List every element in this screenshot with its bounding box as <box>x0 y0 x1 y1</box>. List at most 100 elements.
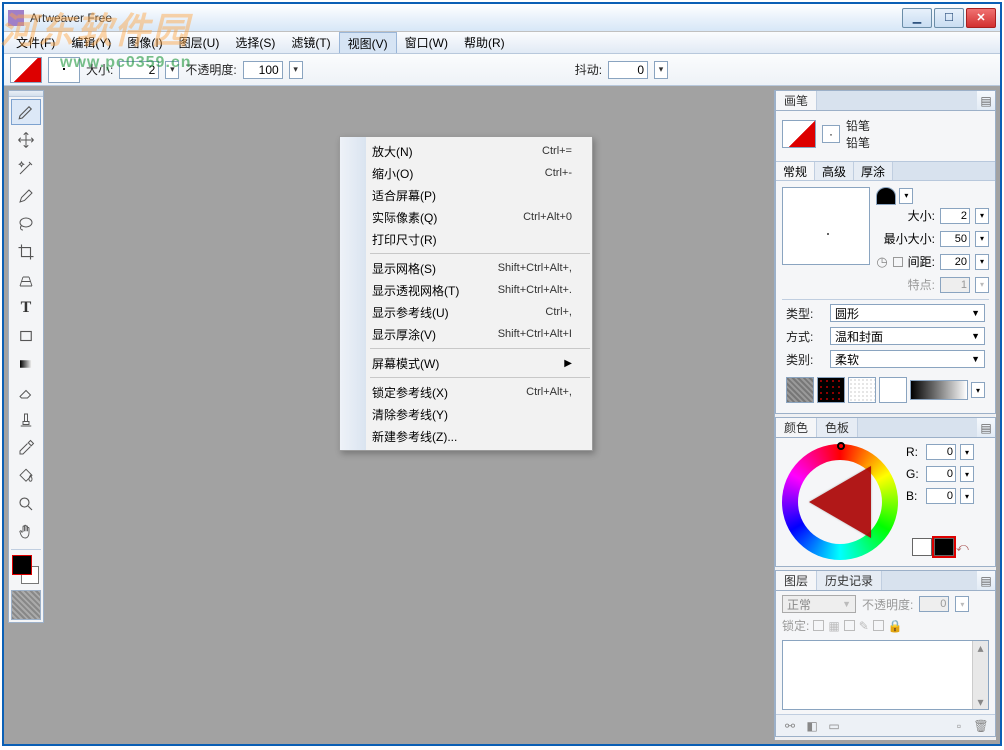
brush-panel-menu-icon[interactable]: ▤ <box>977 91 995 110</box>
minimize-button[interactable]: ▁ <box>902 8 932 28</box>
category-combo[interactable]: 柔软▼ <box>830 350 985 368</box>
brush-size-dd[interactable]: ▾ <box>975 208 989 224</box>
tab-brush[interactable]: 画笔 <box>776 91 817 110</box>
tool-brush[interactable] <box>11 99 41 125</box>
color-panel-menu-icon[interactable]: ▤ <box>977 418 995 437</box>
color-wheel[interactable] <box>782 444 898 560</box>
brush-minsize-input[interactable] <box>940 231 970 247</box>
menu-item[interactable]: 缩小(O)Ctrl+- <box>340 162 592 184</box>
brush-size-input[interactable] <box>940 208 970 224</box>
size-dropdown[interactable]: ▾ <box>165 61 179 79</box>
texture-swatch-4[interactable] <box>879 377 907 403</box>
brush-preset-swatch[interactable] <box>10 57 42 83</box>
spacing-checkbox[interactable] <box>893 257 903 267</box>
brush-size-label: 大小: <box>908 207 935 224</box>
tool-shape[interactable] <box>11 323 41 349</box>
tool-eraser[interactable] <box>11 379 41 405</box>
gradient-bar[interactable] <box>910 380 968 400</box>
jitter-input[interactable] <box>608 61 648 79</box>
type-combo[interactable]: 圆形▼ <box>830 304 985 322</box>
brush-subtab[interactable]: 常规 <box>776 162 815 180</box>
brush-preview[interactable] <box>782 120 816 148</box>
layer-tab[interactable]: 图层 <box>776 571 817 590</box>
size-input[interactable] <box>119 61 159 79</box>
brush-tip-preview[interactable]: · <box>822 125 840 143</box>
texture-swatch[interactable] <box>11 590 41 620</box>
tool-wand[interactable] <box>11 155 41 181</box>
brush-subtab[interactable]: 厚涂 <box>854 162 893 180</box>
palette-handle[interactable] <box>9 91 43 97</box>
hue-indicator[interactable] <box>837 442 845 450</box>
b-input[interactable] <box>926 488 956 504</box>
jitter-dropdown[interactable]: ▾ <box>654 61 668 79</box>
r-dd[interactable]: ▾ <box>960 444 974 460</box>
menu-separator <box>370 253 590 254</box>
menu-item[interactable]: 新建参考线(Z)... <box>340 425 592 447</box>
brush-subtab[interactable]: 高级 <box>815 162 854 180</box>
tool-dropper[interactable] <box>11 435 41 461</box>
brush-spacing-input[interactable] <box>940 254 970 270</box>
tool-move[interactable] <box>11 127 41 153</box>
swap-colors-icon[interactable]: ⤺ <box>956 540 969 555</box>
texture-swatch-1[interactable] <box>786 377 814 403</box>
menu-item[interactable]: 打印尺寸(R) <box>340 228 592 250</box>
menu-item[interactable]: 放大(N)Ctrl+= <box>340 140 592 162</box>
texture-swatch-2[interactable] <box>817 377 845 403</box>
gradient-dd[interactable]: ▾ <box>971 382 985 398</box>
fg-color-swatch[interactable] <box>13 556 31 574</box>
g-input[interactable] <box>926 466 956 482</box>
opacity-dropdown[interactable]: ▾ <box>289 61 303 79</box>
maximize-button[interactable]: ☐ <box>934 8 964 28</box>
brush-spacing-dd[interactable]: ▾ <box>975 254 989 270</box>
menu-filter[interactable]: 滤镜(T) <box>283 32 338 53</box>
brush-minsize-dd[interactable]: ▾ <box>975 231 989 247</box>
color-tab[interactable]: 颜色 <box>776 418 817 437</box>
bg-chip[interactable] <box>934 538 954 556</box>
menu-window[interactable]: 窗口(W) <box>397 32 456 53</box>
tool-perspective[interactable] <box>11 267 41 293</box>
menu-item[interactable]: 屏幕模式(W)▶ <box>340 352 592 374</box>
texture-swatch-3[interactable] <box>848 377 876 403</box>
menu-item[interactable]: 实际像素(Q)Ctrl+Alt+0 <box>340 206 592 228</box>
tool-lasso[interactable] <box>11 211 41 237</box>
menu-help[interactable]: 帮助(R) <box>456 32 513 53</box>
layer-panel-menu-icon[interactable]: ▤ <box>977 571 995 590</box>
fg-chip[interactable] <box>912 538 932 556</box>
tool-text[interactable]: T <box>11 295 41 321</box>
b-dd[interactable]: ▾ <box>960 488 974 504</box>
g-dd[interactable]: ▾ <box>960 466 974 482</box>
tool-stamp[interactable] <box>11 407 41 433</box>
layer-list[interactable]: ▴▾ <box>782 640 989 710</box>
method-combo[interactable]: 温和封面▼ <box>830 327 985 345</box>
tool-zoom[interactable] <box>11 491 41 517</box>
menu-select[interactable]: 选择(S) <box>227 32 283 53</box>
opacity-input[interactable] <box>243 61 283 79</box>
menu-item[interactable]: 显示透视网格(T)Shift+Ctrl+Alt+. <box>340 279 592 301</box>
menu-edit[interactable]: 编辑(Y) <box>63 32 119 53</box>
tip-dropdown[interactable]: ▾ <box>899 188 913 204</box>
tip-shape-icon[interactable] <box>876 187 896 205</box>
menu-item[interactable]: 清除参考线(Y) <box>340 403 592 425</box>
tool-pencil[interactable] <box>11 183 41 209</box>
layer-tab[interactable]: 历史记录 <box>817 571 882 590</box>
color-tab[interactable]: 色板 <box>817 418 858 437</box>
menu-item[interactable]: 显示网格(S)Shift+Ctrl+Alt+, <box>340 257 592 279</box>
menu-image[interactable]: 图像(I) <box>119 32 170 53</box>
menu-item[interactable]: 锁定参考线(X)Ctrl+Alt+, <box>340 381 592 403</box>
r-input[interactable] <box>926 444 956 460</box>
menu-view[interactable]: 视图(V) <box>339 32 397 53</box>
tool-hand[interactable] <box>11 519 41 545</box>
tool-crop[interactable] <box>11 239 41 265</box>
menu-item[interactable]: 显示厚涂(V)Shift+Ctrl+Alt+I <box>340 323 592 345</box>
layer-scrollbar[interactable]: ▴▾ <box>972 641 988 709</box>
brush-big-preview[interactable] <box>782 187 870 265</box>
tool-gradient[interactable] <box>11 351 41 377</box>
tool-paint-bucket[interactable] <box>11 463 41 489</box>
brush-tip-swatch[interactable] <box>48 57 80 83</box>
menu-file[interactable]: 文件(F) <box>8 32 63 53</box>
menu-layer[interactable]: 图层(U) <box>171 32 228 53</box>
color-swatches[interactable] <box>11 554 41 586</box>
menu-item[interactable]: 显示参考线(U)Ctrl+, <box>340 301 592 323</box>
menu-item[interactable]: 适合屏幕(P) <box>340 184 592 206</box>
close-button[interactable]: ✕ <box>966 8 996 28</box>
